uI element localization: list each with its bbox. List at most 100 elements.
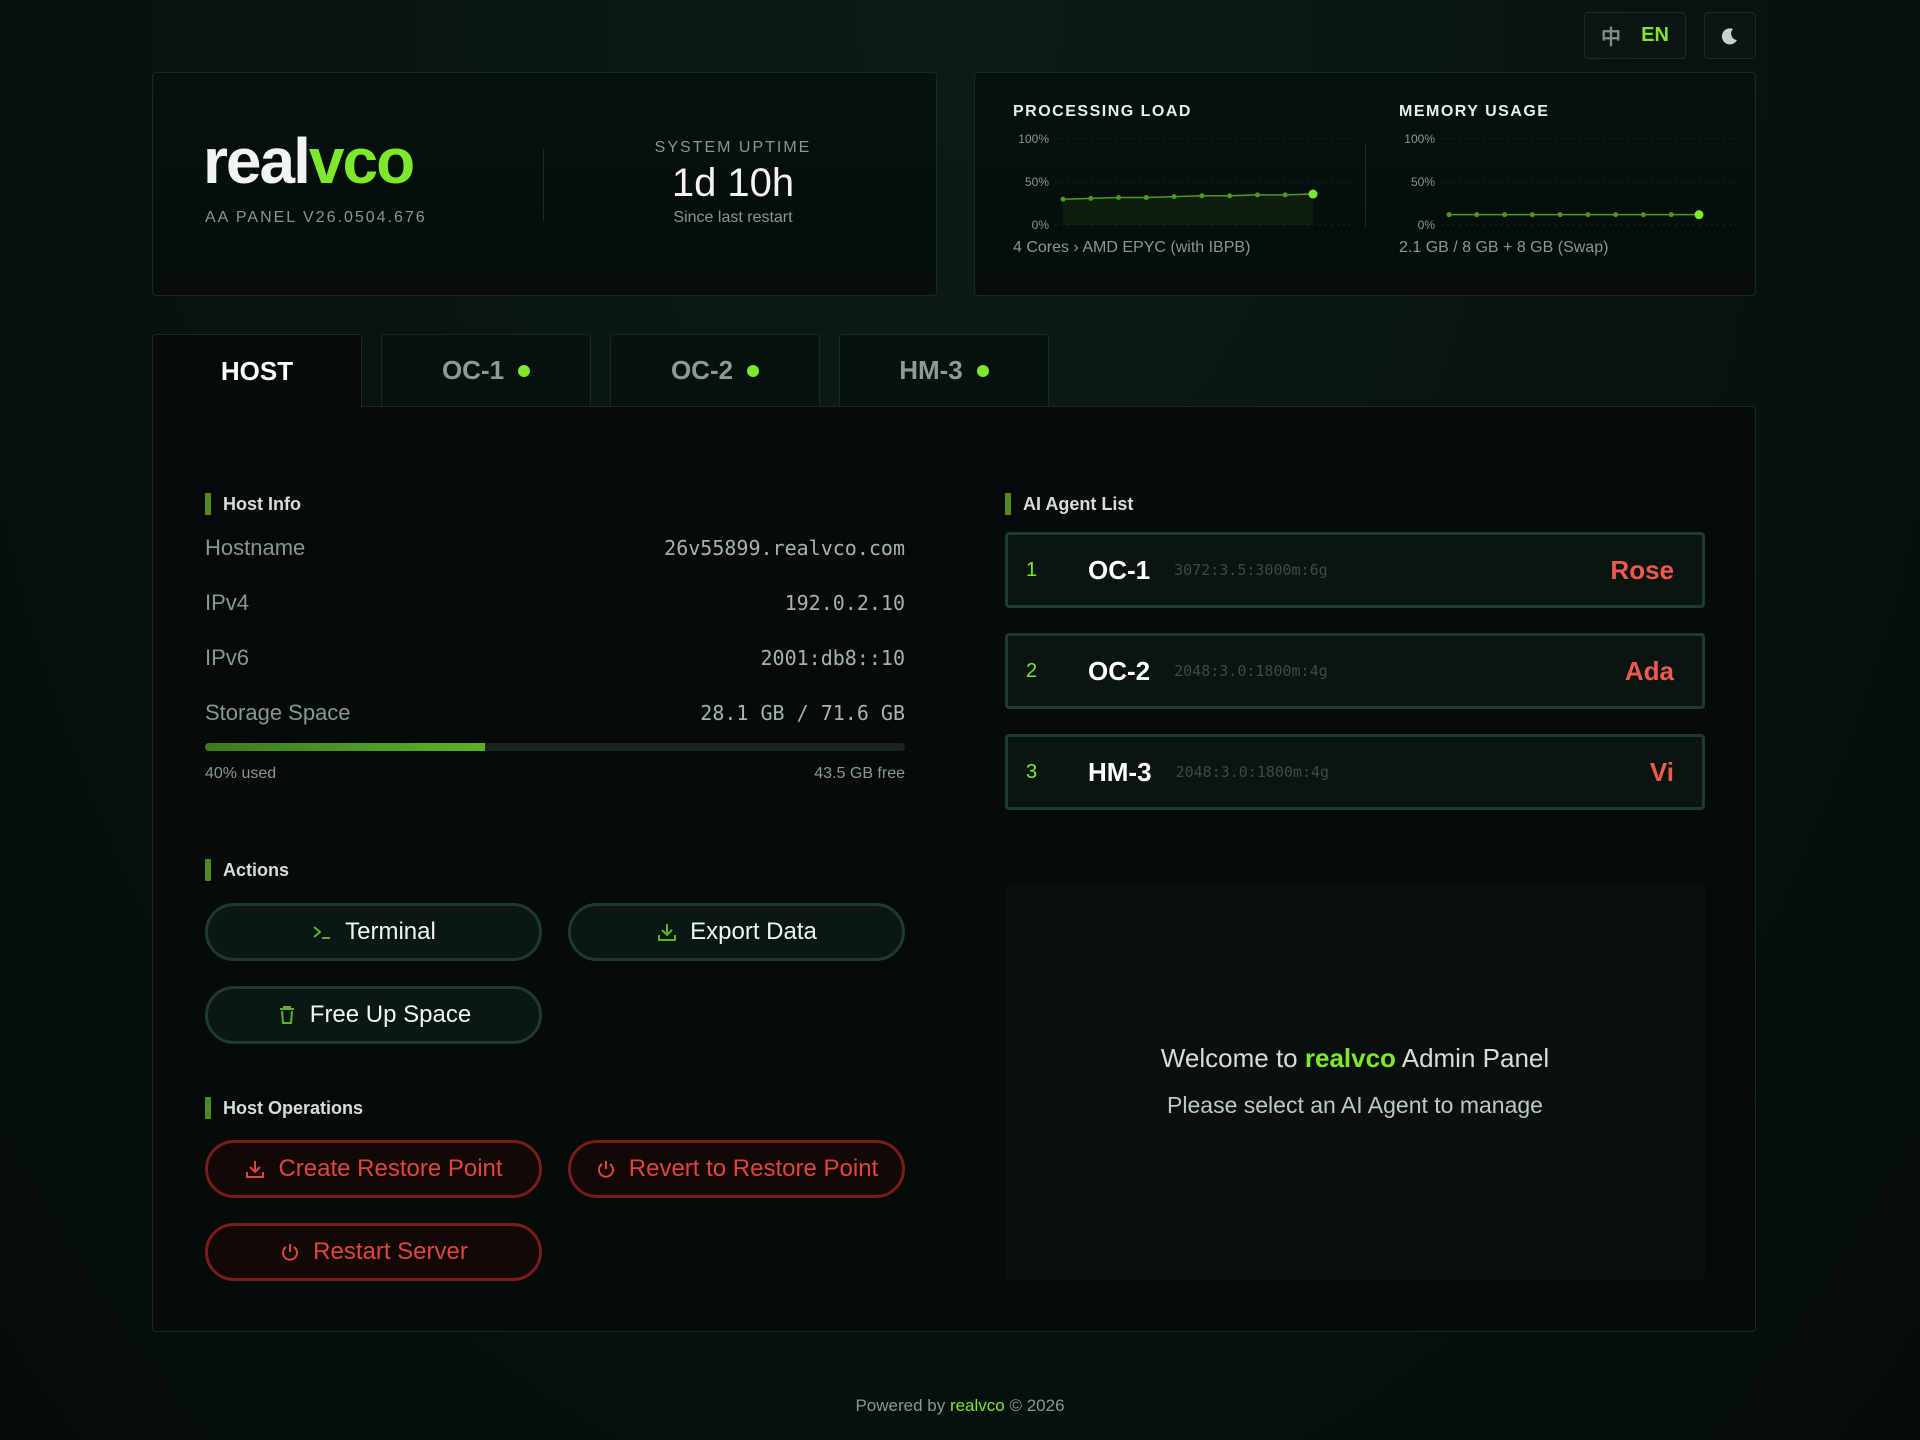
agent-item-hm-3[interactable]: 3 HM-3 2048:3.0:1800m:4g Vi (1005, 734, 1705, 810)
memory-usage-subtitle: 2.1 GB / 8 GB + 8 GB (Swap) (1399, 239, 1609, 256)
uptime-value: 1d 10h (671, 161, 795, 205)
host-info-title: Host Info (205, 493, 301, 515)
data-point (1143, 194, 1149, 200)
download-icon (246, 1161, 265, 1178)
data-point (1640, 212, 1646, 218)
agent-number: 1 (1026, 558, 1038, 581)
export-data-button[interactable]: Export Data (568, 903, 905, 961)
lang-en-option[interactable]: EN (1641, 24, 1669, 47)
memory-usage-metric: MEMORY USAGE 100% 50% 0% 2.1 GB / 8 GB + 8… (1399, 103, 1739, 257)
info-value: 192.0.2.10 (784, 591, 905, 615)
host-operations-title: Host Operations (205, 1097, 363, 1119)
trash-icon (279, 1006, 294, 1024)
agent-role: Ada (1624, 655, 1674, 686)
agent-item-oc-1[interactable]: 1 OC-1 3072:3.5:3000m:6g Rose (1005, 532, 1705, 608)
y-tick-label: 100% (1018, 132, 1049, 146)
storage-meta: 40% used 43.5 GB free (205, 765, 905, 783)
welcome-title: Welcome to realvco Admin Panel (1005, 1043, 1705, 1074)
data-point (1613, 212, 1619, 218)
tab-label: HM-3 (899, 355, 963, 385)
info-value: 26v55899.realvco.com (664, 536, 905, 560)
terminal-button[interactable]: Terminal (205, 903, 542, 961)
storage-progress-bar (205, 743, 905, 751)
download-icon (658, 924, 677, 941)
data-point (1694, 210, 1704, 220)
logo-text-accent: vco (308, 125, 415, 197)
theme-toggle-button[interactable] (1704, 12, 1756, 59)
create-restore-point-button[interactable]: Create Restore Point (205, 1140, 542, 1198)
data-point (1308, 189, 1318, 199)
processing-load-metric: PROCESSING LOAD 100% 50% 0% 4 Cores › AMD … (1013, 103, 1353, 257)
version-label: AA PANEL V26.0504.676 (205, 209, 427, 226)
footer-prefix: Powered by (855, 1396, 950, 1415)
data-point (1199, 193, 1205, 199)
agent-number: 3 (1026, 760, 1038, 783)
tab-hm-3[interactable]: HM-3 (839, 334, 1049, 406)
agent-spec: 2048:3.0:1800m:4g (1174, 662, 1328, 680)
info-row-ipv4: IPv4 192.0.2.10 (205, 590, 905, 616)
agent-name: HM-3 (1088, 756, 1152, 787)
data-point (1557, 212, 1563, 218)
actions-title: Actions (205, 859, 289, 881)
tab-oc-2[interactable]: OC-2 (610, 334, 820, 406)
data-point (1474, 212, 1480, 218)
free-up-space-label: Free Up Space (309, 1001, 472, 1028)
processing-load-chart: 100% 50% 0% (1018, 132, 1353, 229)
data-point (1254, 192, 1260, 198)
data-point (1227, 193, 1233, 199)
y-tick-label: 50% (1025, 175, 1049, 189)
data-point (1502, 212, 1508, 218)
data-point (1060, 196, 1066, 202)
welcome-brand: realvco (1304, 1043, 1396, 1073)
language-toggle[interactable]: 中 EN (1584, 12, 1686, 59)
storage-used-label: 40% used (205, 765, 277, 782)
footer: Powered by realvco © 2026 (0, 1396, 1920, 1416)
storage-free-label: 43.5 GB free (814, 765, 905, 782)
host-panel: Host Info Hostname 26v55899.realvco.com … (152, 406, 1756, 1332)
data-point (1529, 212, 1535, 218)
info-row-hostname: Hostname 26v55899.realvco.com (205, 535, 905, 561)
status-dot (518, 364, 531, 377)
agent-item-oc-2[interactable]: 2 OC-2 2048:3.0:1800m:4g Ada (1005, 633, 1705, 709)
info-value: 2001:db8::10 (760, 646, 906, 670)
power-icon (597, 1161, 614, 1178)
y-tick-label: 0% (1032, 218, 1050, 229)
data-point (1668, 212, 1674, 218)
storage-progress-fill (205, 743, 485, 751)
memory-usage-chart: 100% 50% 0% (1404, 132, 1739, 229)
info-row-storage: Storage Space 28.1 GB / 71.6 GB (205, 700, 905, 726)
info-key: Storage Space (205, 700, 351, 725)
welcome-prefix: Welcome to (1160, 1043, 1305, 1073)
processing-load-title: PROCESSING LOAD (1013, 103, 1192, 120)
agent-role: Rose (1610, 554, 1674, 585)
terminal-label: Terminal (345, 918, 436, 945)
status-dot (747, 364, 760, 377)
info-row-ipv6: IPv6 2001:db8::10 (205, 645, 905, 671)
power-icon (282, 1244, 299, 1261)
lang-zh-option[interactable]: 中 (1601, 21, 1621, 50)
info-key: IPv6 (205, 645, 250, 670)
footer-brand[interactable]: realvco (950, 1396, 1005, 1415)
data-point (1585, 212, 1591, 218)
agent-name: OC-1 (1088, 554, 1151, 585)
tab-host[interactable]: HOST (152, 334, 362, 408)
agent-role: Vi (1649, 756, 1674, 787)
processing-load-subtitle: 4 Cores › AMD EPYC (with IBPB) (1013, 239, 1251, 256)
data-point (1446, 212, 1452, 218)
footer-suffix: © 2026 (1004, 1396, 1065, 1415)
tab-label: OC-2 (670, 355, 734, 385)
divider (543, 149, 544, 221)
free-up-space-button[interactable]: Free Up Space (205, 986, 542, 1044)
metrics-card: PROCESSING LOAD 100% 50% 0% 4 Cores › AMD … (974, 72, 1756, 296)
revert-restore-point-button[interactable]: Revert to Restore Point (568, 1140, 905, 1198)
y-tick-label: 100% (1404, 132, 1435, 146)
y-tick-label: 0% (1418, 218, 1436, 229)
y-tick-label: 50% (1411, 175, 1435, 189)
uptime-subtitle: Since last restart (673, 209, 793, 226)
welcome-suffix: Admin Panel (1395, 1043, 1550, 1073)
tab-oc-1[interactable]: OC-1 (381, 334, 591, 406)
welcome-panel: Welcome to realvco Admin Panel Please se… (1005, 885, 1705, 1281)
restart-server-button[interactable]: Restart Server (205, 1223, 542, 1281)
tab-label: OC-1 (441, 355, 505, 385)
tab-label: HOST (220, 356, 294, 386)
